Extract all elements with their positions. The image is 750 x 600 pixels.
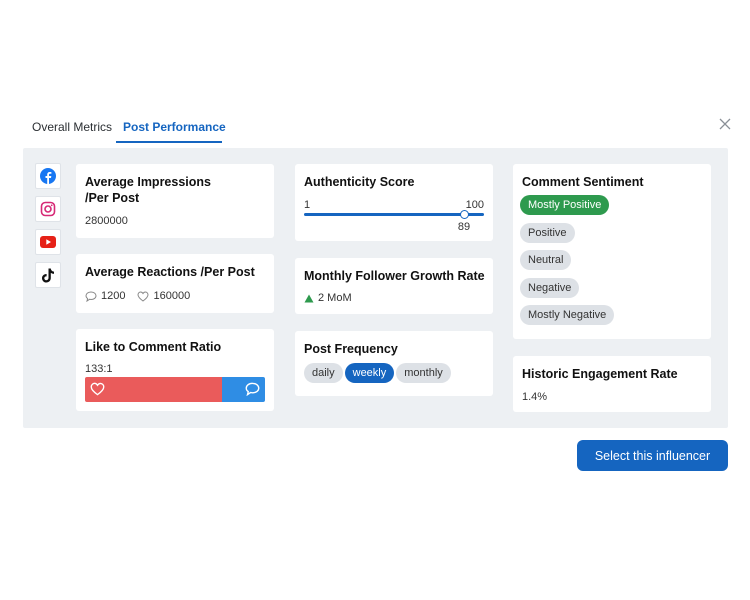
social-platform-list bbox=[35, 163, 61, 295]
tab-bar: Overall Metrics Post Performance bbox=[23, 112, 733, 144]
post-frequency-title: Post Frequency bbox=[304, 342, 398, 356]
ratio-bar bbox=[85, 377, 265, 402]
reactions-stats: 1200 160000 bbox=[85, 290, 190, 302]
frequency-option-daily[interactable]: daily bbox=[304, 363, 343, 383]
monthly-follower-growth-title: Monthly Follower Growth Rate bbox=[304, 269, 485, 283]
heart-icon bbox=[90, 382, 105, 396]
youtube-button[interactable] bbox=[35, 229, 61, 255]
youtube-icon bbox=[40, 236, 56, 248]
tiktok-icon bbox=[42, 268, 54, 282]
frequency-option-weekly[interactable]: weekly bbox=[344, 363, 395, 383]
like-to-comment-ratio-value: 133:1 bbox=[85, 363, 113, 375]
close-icon[interactable] bbox=[717, 116, 733, 132]
authenticity-score-title: Authenticity Score bbox=[304, 175, 415, 189]
comment-icon bbox=[85, 290, 97, 302]
active-tab-indicator bbox=[116, 141, 222, 143]
tab-post-performance[interactable]: Post Performance bbox=[123, 120, 226, 134]
triangle-up-icon bbox=[304, 294, 314, 302]
monthly-follower-growth-value: 2 MoM bbox=[318, 292, 352, 304]
average-reactions-title: Average Reactions /Per Post bbox=[85, 265, 255, 279]
heart-icon bbox=[137, 290, 149, 302]
post-frequency-card: Post Frequency daily weekly monthly bbox=[295, 331, 493, 396]
comment-sentiment-options: Mostly Positive Positive Neutral Negativ… bbox=[520, 195, 615, 333]
sentiment-option-positive[interactable]: Positive bbox=[520, 222, 575, 243]
sentiment-option-neutral[interactable]: Neutral bbox=[520, 250, 572, 270]
ratio-likes-segment bbox=[85, 377, 222, 402]
authenticity-score-value: 89 bbox=[457, 221, 471, 233]
comment-sentiment-title: Comment Sentiment bbox=[522, 175, 644, 189]
tab-overall-metrics[interactable]: Overall Metrics bbox=[32, 120, 112, 134]
average-impressions-card: Average Impressions /Per Post 2800000 bbox=[76, 164, 274, 238]
facebook-button[interactable] bbox=[35, 163, 61, 189]
authenticity-min: 1 bbox=[304, 199, 311, 211]
likes-count: 160000 bbox=[153, 290, 191, 302]
sentiment-option-negative[interactable]: Negative bbox=[520, 277, 580, 298]
authenticity-score-card: Authenticity Score 1 100 89 bbox=[295, 164, 493, 241]
authenticity-max: 100 bbox=[465, 199, 484, 211]
like-to-comment-ratio-title: Like to Comment Ratio bbox=[85, 340, 222, 354]
select-influencer-button[interactable]: Select this influencer bbox=[577, 440, 728, 471]
average-impressions-title: Average Impressions /Per Post bbox=[85, 175, 211, 205]
comments-count: 1200 bbox=[101, 290, 126, 302]
instagram-button[interactable] bbox=[35, 196, 61, 222]
sentiment-option-mostly-positive[interactable]: Mostly Positive bbox=[520, 195, 610, 215]
historic-engagement-title: Historic Engagement Rate bbox=[522, 367, 678, 381]
post-performance-panel: Average Impressions /Per Post 2800000 Av… bbox=[23, 148, 728, 428]
post-frequency-options: daily weekly monthly bbox=[304, 363, 451, 383]
instagram-icon bbox=[40, 201, 56, 217]
comment-icon bbox=[245, 382, 260, 396]
authenticity-slider-thumb[interactable] bbox=[459, 210, 469, 219]
average-impressions-value: 2800000 bbox=[85, 215, 128, 227]
tiktok-button[interactable] bbox=[35, 262, 61, 288]
comment-sentiment-card: Comment Sentiment Mostly Positive Positi… bbox=[513, 164, 711, 339]
like-to-comment-ratio-card: Like to Comment Ratio 133:1 bbox=[76, 329, 274, 411]
average-reactions-card: Average Reactions /Per Post 1200 160000 bbox=[76, 254, 274, 313]
historic-engagement-card: Historic Engagement Rate 1.4% bbox=[513, 356, 711, 412]
authenticity-slider-track bbox=[304, 213, 484, 216]
sentiment-option-mostly-negative[interactable]: Mostly Negative bbox=[520, 305, 615, 325]
ratio-comments-segment bbox=[221, 377, 265, 402]
monthly-follower-growth-card: Monthly Follower Growth Rate 2 MoM bbox=[295, 258, 493, 314]
historic-engagement-value: 1.4% bbox=[522, 391, 548, 403]
growth-value-row: 2 MoM bbox=[304, 292, 352, 304]
frequency-option-monthly[interactable]: monthly bbox=[396, 363, 451, 383]
facebook-icon bbox=[40, 168, 56, 184]
